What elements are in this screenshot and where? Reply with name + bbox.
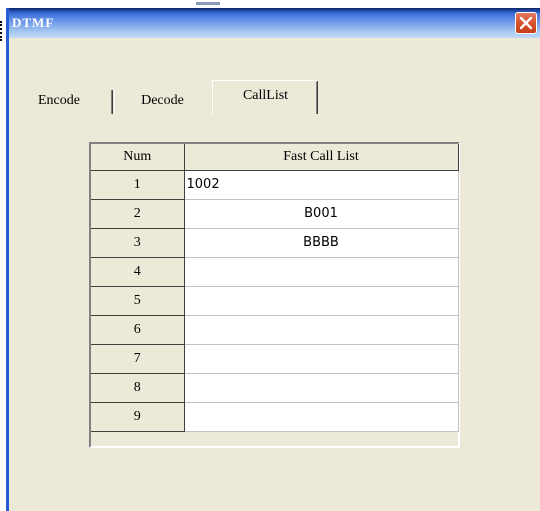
call-list-cell[interactable]	[184, 315, 459, 345]
table-row: 7	[91, 344, 459, 374]
close-icon	[519, 16, 533, 30]
row-number[interactable]: 5	[91, 286, 185, 316]
window-border	[6, 8, 9, 511]
dtmf-dialog: DTMF Encode Decode CallList Num Fast Cal…	[6, 8, 540, 511]
table-row: 3 BBBB	[91, 228, 459, 258]
column-header-num[interactable]: Num	[91, 144, 185, 171]
table-row: 9	[91, 402, 459, 432]
close-button[interactable]	[515, 12, 537, 34]
tab-divider	[112, 90, 113, 114]
table-row: 8	[91, 373, 459, 403]
tab-encode[interactable]: Encode	[6, 90, 112, 114]
table-row: 6	[91, 315, 459, 345]
window-title: DTMF	[12, 15, 55, 30]
call-list-cell[interactable]	[184, 257, 459, 287]
table-row: 1 1002	[91, 170, 459, 200]
row-number[interactable]: 8	[91, 373, 185, 403]
table-row: 2 B001	[91, 199, 459, 229]
fast-call-grid: Num Fast Call List 1 1002 2 B001 3 BBBB	[91, 144, 459, 432]
table-row: 4	[91, 257, 459, 287]
call-list-cell[interactable]	[184, 373, 459, 403]
row-number[interactable]: 1	[91, 170, 185, 200]
tab-calllist[interactable]: CallList	[212, 80, 318, 114]
row-number[interactable]: 4	[91, 257, 185, 287]
call-list-cell[interactable]: B001	[184, 199, 459, 229]
tab-divider	[317, 81, 318, 114]
tab-decode[interactable]: Decode	[114, 90, 210, 114]
title-bar[interactable]: DTMF	[6, 8, 540, 38]
row-number[interactable]: 6	[91, 315, 185, 345]
call-list-cell[interactable]: 1002	[184, 170, 459, 200]
fast-call-list-table: Num Fast Call List 1 1002 2 B001 3 BBBB	[89, 142, 460, 448]
table-row: 5	[91, 286, 459, 316]
row-number[interactable]: 7	[91, 344, 185, 374]
call-list-cell[interactable]	[184, 286, 459, 316]
call-list-cell[interactable]: BBBB	[184, 228, 459, 258]
row-number[interactable]: 3	[91, 228, 185, 258]
background-artifact	[196, 2, 220, 5]
call-list-cell[interactable]	[184, 344, 459, 374]
column-header-fast-call-list[interactable]: Fast Call List	[184, 144, 459, 171]
table-header-row: Num Fast Call List	[91, 144, 459, 171]
row-number[interactable]: 9	[91, 402, 185, 432]
row-number[interactable]: 2	[91, 199, 185, 229]
call-list-cell[interactable]	[184, 402, 459, 432]
tab-divider	[316, 82, 317, 114]
